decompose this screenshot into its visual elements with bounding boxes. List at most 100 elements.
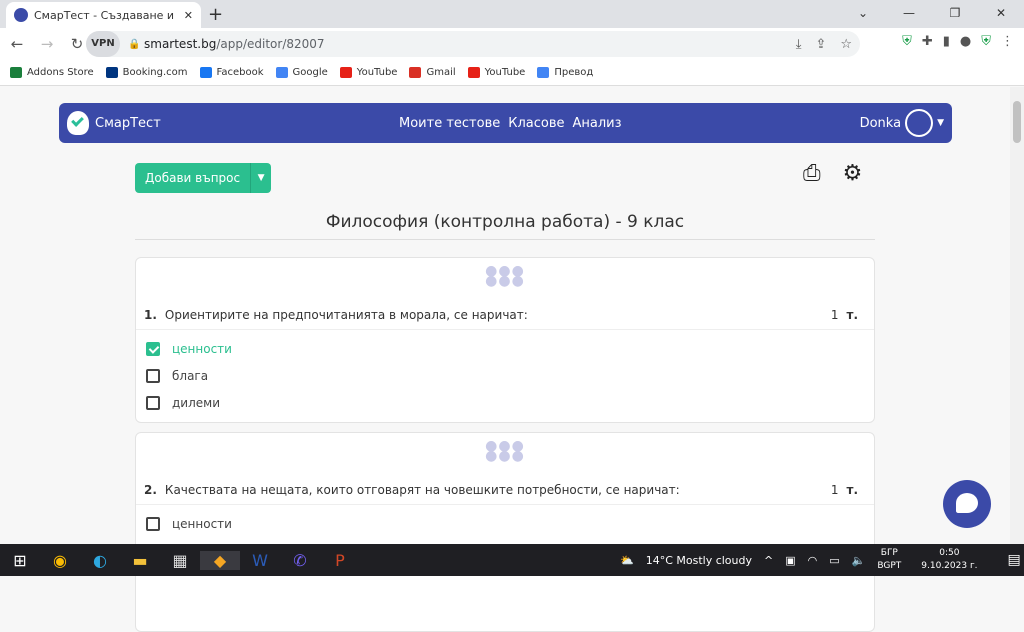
browser-tab[interactable]: СмарТест - Създаване и решаване ✕ [6,2,201,28]
battery-icon[interactable]: ▭ [829,554,839,567]
taskbar: ⊞ ◉ ◐ ▬ ▦ ◆ W ✆ P ⛅ 14°C Mostly cloudy ^… [0,544,1024,576]
back-button[interactable]: ← [4,35,30,53]
settings-gear-icon[interactable]: ⚙ [843,161,863,186]
clock[interactable]: 0:50 9.10.2023 г. [921,547,977,573]
more-menu-icon[interactable]: ⋮ [1001,34,1014,49]
question-text[interactable]: 2. Качествата на нещата, които отговарят … [144,483,680,504]
user-name[interactable]: Donka [860,116,901,131]
lock-icon[interactable]: 🔒 [128,39,140,50]
wifi-icon[interactable]: ◠ [808,554,818,567]
word-icon[interactable]: W [240,551,280,570]
drag-handle-icon[interactable]: ●●● ●●● [136,264,874,288]
option-label: блага [172,368,209,383]
minimize-button[interactable]: — [886,0,932,26]
checkbox[interactable] [146,516,160,531]
drag-handle-icon[interactable]: ●●● ●●● [136,439,874,463]
edge-icon[interactable]: ◐ [80,551,120,570]
chat-button[interactable] [943,480,991,528]
scrollbar-thumb[interactable] [1013,101,1021,143]
add-question-button-group: Добави въпрос ▼ [135,163,272,193]
volume-icon[interactable]: 🔈 [852,554,866,567]
question-card: ●●● ●●● 1. Ориентирите на предпочитанията … [135,257,875,423]
add-question-dropdown-icon[interactable]: ▼ [251,163,271,193]
bookmark-favicon-icon [199,67,212,78]
meet-now-icon[interactable]: ▣ [785,554,795,567]
address-bar-row: ← → ↻ VPN 🔒 smartest.bg/app/editor/82007… [0,28,1024,60]
tab-search-icon[interactable]: ⌄ [840,0,886,26]
bookmark-item[interactable]: Google [275,67,328,78]
chrome-icon[interactable]: ◉ [40,551,80,570]
app-header: СмарТест Моите тестове Класове Анализ Do… [59,103,952,143]
checkbox[interactable] [146,341,160,356]
bookmark-favicon-icon [409,67,422,78]
scrollbar[interactable] [1010,87,1024,544]
language-indicator[interactable]: БГР BGPT [877,547,901,573]
bookmark-favicon-icon [105,67,118,78]
smartest-logo-icon[interactable] [67,111,89,135]
bookmark-item[interactable]: YouTube [467,67,525,78]
file-explorer-icon[interactable]: ▬ [120,551,160,570]
nav-analysis[interactable]: Анализ [573,116,622,131]
bookmark-item[interactable]: Booking.com [105,67,188,78]
option-label: ценности [172,341,232,356]
bookmark-star-icon[interactable]: ☆ [840,37,852,52]
avatar-icon[interactable] [905,109,934,137]
brand-name[interactable]: СмарТест [95,116,161,131]
option-label: ценности [172,516,232,531]
nav-my-tests[interactable]: Моите тестове [399,116,500,131]
profile-icon[interactable]: ● [960,34,971,49]
answer-option[interactable]: блага [136,362,874,389]
shield-extension-icon[interactable]: ⛨ [902,34,912,49]
checkbox[interactable] [146,368,160,383]
answer-option[interactable]: ценности [136,510,874,537]
close-window-button[interactable]: ✕ [978,0,1024,26]
url-text[interactable]: smartest.bg/app/editor/82007 [144,37,325,51]
store-icon[interactable]: ▦ [160,551,200,570]
bookmark-favicon-icon [339,67,352,78]
bookmark-item[interactable]: Facebook [199,67,264,78]
print-icon[interactable]: ⎙ [803,161,821,186]
user-menu[interactable]: Donka ▼ [860,109,944,137]
checkbox[interactable] [146,395,160,410]
close-tab-icon[interactable]: ✕ [184,9,193,22]
viber-icon[interactable]: ✆ [280,551,320,570]
install-icon[interactable]: ⤓ [796,37,802,52]
new-tab-button[interactable]: + [208,4,223,25]
question-points[interactable]: 1 т. [831,308,866,329]
option-label: дилеми [172,395,220,410]
omnibox[interactable]: VPN 🔒 smartest.bg/app/editor/82007 ⤓ ⇪ ☆ [86,31,860,57]
bookmark-favicon-icon [537,67,550,78]
weather-text[interactable]: 14°C Mostly cloudy [646,554,752,567]
question-text[interactable]: 1. Ориентирите на предпочитанията в морал… [144,308,528,329]
tab-title: СмарТест - Създаване и решаване [34,8,178,22]
forward-button[interactable]: → [34,35,60,53]
windows-start-icon[interactable]: ⊞ [0,551,40,570]
notifications-icon[interactable]: ▤ [1008,552,1021,568]
caret-down-icon[interactable]: ▼ [937,118,944,128]
bookmark-favicon-icon [275,67,288,78]
restore-button[interactable]: ❐ [932,0,978,26]
bookmark-item[interactable]: Addons Store [10,67,94,78]
extensions-icon[interactable]: ✚ [922,34,933,49]
answer-option[interactable]: ценности [136,335,874,362]
security-extension-icon[interactable]: ⛨ [981,34,991,49]
brave-icon[interactable]: ◆ [200,550,240,570]
vpn-button[interactable]: VPN [86,31,120,57]
weather-icon[interactable]: ⛅ [620,554,634,567]
powerpoint-icon[interactable]: P [320,551,360,570]
share-icon[interactable]: ⇪ [815,37,826,52]
side-panel-icon[interactable]: ▮ [943,34,950,49]
show-hidden-icons[interactable]: ^ [764,554,773,567]
bookmarks-bar: Addons Store Booking.com Facebook Google You… [0,60,1024,86]
add-question-button[interactable]: Добави въпрос [135,163,252,193]
divider [135,239,875,240]
test-title: Философия (контролна работа) - 9 клас [325,212,685,232]
answer-option[interactable]: дилеми [136,389,874,416]
bookmark-item[interactable]: YouTube [339,67,397,78]
bookmark-item[interactable]: Gmail [409,67,456,78]
bookmark-favicon-icon [467,67,480,78]
bookmark-item[interactable]: Превод [537,67,593,78]
tab-strip: СмарТест - Създаване и решаване ✕ + ⌄—❐✕ [0,0,1024,28]
nav-classes[interactable]: Класове [508,116,564,131]
question-points[interactable]: 1 т. [831,483,866,504]
